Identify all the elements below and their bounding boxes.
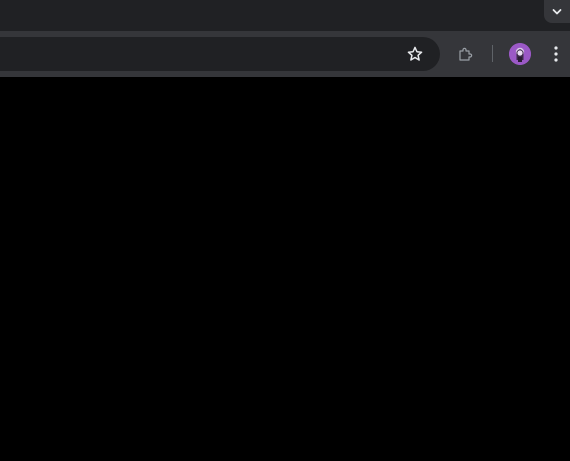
kebab-menu-icon — [554, 46, 558, 62]
chrome-menu-button[interactable] — [548, 42, 564, 66]
page-content-area[interactable] — [0, 77, 570, 461]
extensions-button[interactable] — [454, 42, 478, 66]
address-bar[interactable] — [0, 37, 440, 71]
toolbar-separator — [492, 45, 493, 62]
bookmark-star-button[interactable] — [403, 42, 427, 66]
star-outline-icon — [407, 46, 423, 61]
puzzle-piece-icon — [459, 47, 473, 61]
avatar — [509, 43, 531, 65]
tab-search-button[interactable] — [544, 0, 570, 23]
profile-avatar-button[interactable] — [509, 43, 531, 65]
chevron-down-icon — [552, 8, 562, 14]
browser-toolbar — [0, 31, 570, 77]
tab-strip — [0, 0, 570, 31]
